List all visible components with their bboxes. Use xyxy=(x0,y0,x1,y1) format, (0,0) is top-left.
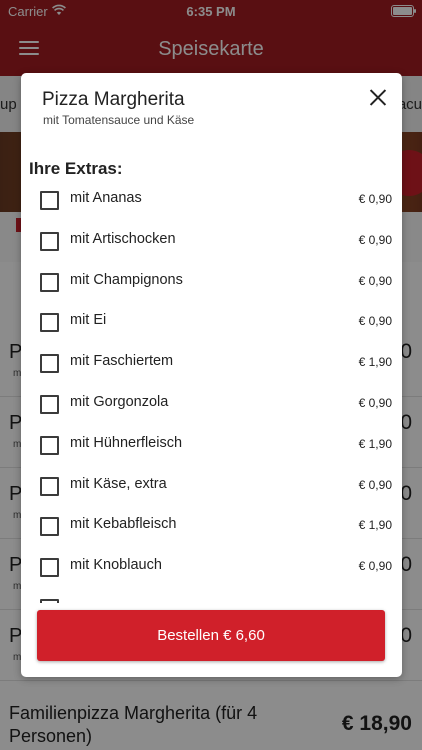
extra-label: mit Hühnerfleisch xyxy=(70,434,183,451)
extra-price: € 0,90 xyxy=(358,273,392,288)
extra-option-champignons[interactable]: mit Champignons € 0,90 xyxy=(21,261,402,302)
extra-option-knoblauch[interactable]: mit Knoblauch € 0,90 xyxy=(21,546,402,587)
extra-option-ei[interactable]: mit Ei € 0,90 xyxy=(21,301,402,342)
checkbox[interactable] xyxy=(40,191,59,210)
extra-label: mit Käse, extra xyxy=(70,475,167,492)
extra-option-artischocken[interactable]: mit Artischocken € 0,90 xyxy=(21,220,402,261)
extra-price: € 0,90 xyxy=(358,232,392,247)
order-button[interactable]: Bestellen € 6,60 xyxy=(37,610,385,661)
extra-label: mit Gorgonzola xyxy=(70,393,169,410)
checkbox[interactable] xyxy=(40,558,59,578)
extra-price: € 0,90 xyxy=(358,192,392,206)
extra-option-huehnerfleisch[interactable]: mit Hühnerfleisch € 1,90 xyxy=(21,424,402,465)
extra-label: mit Artischocken xyxy=(70,230,176,247)
extra-option-gorgonzola[interactable]: mit Gorgonzola € 0,90 xyxy=(21,383,402,424)
dialog-subtitle: mit Tomatensauce und Käse xyxy=(43,113,195,127)
extra-option-faschiertem[interactable]: mit Faschiertem € 1,90 xyxy=(21,342,402,383)
extra-label: mit Knoblauch xyxy=(70,557,162,574)
checkbox[interactable] xyxy=(40,476,59,496)
extra-option-partial[interactable] xyxy=(21,587,402,603)
dialog-title: Pizza Margherita xyxy=(42,89,185,110)
extra-price: € 0,90 xyxy=(358,477,392,492)
extra-option-kaese-extra[interactable]: mit Käse, extra € 0,90 xyxy=(21,465,402,506)
extra-option-ananas[interactable]: mit Ananas € 0,90 xyxy=(21,179,402,220)
close-icon[interactable] xyxy=(368,87,388,107)
extra-label: mit Champignons xyxy=(70,271,183,288)
extra-price: € 0,90 xyxy=(358,559,392,574)
checkbox[interactable] xyxy=(40,435,59,455)
extra-label: mit Ei xyxy=(70,312,107,329)
extra-label: mit Ananas xyxy=(70,190,142,206)
checkbox[interactable] xyxy=(40,598,59,603)
extra-price: € 1,90 xyxy=(358,355,392,370)
extra-price: € 0,90 xyxy=(358,395,392,410)
extra-label: mit Faschiertem xyxy=(70,353,174,370)
extra-price: € 1,90 xyxy=(358,518,392,533)
checkbox[interactable] xyxy=(40,313,59,333)
extra-option-kebabfleisch[interactable]: mit Kebabfleisch € 1,90 xyxy=(21,505,402,546)
extra-price: € 0,90 xyxy=(358,314,392,329)
checkbox[interactable] xyxy=(40,272,59,292)
extra-label: mit Kebabfleisch xyxy=(70,516,177,533)
checkbox[interactable] xyxy=(40,354,59,374)
checkbox[interactable] xyxy=(40,231,59,251)
extras-heading: Ihre Extras: xyxy=(29,159,123,178)
extras-list[interactable]: mit Ananas € 0,90 mit Artischocken € 0,9… xyxy=(21,179,402,603)
checkbox[interactable] xyxy=(40,517,59,537)
extras-dialog: Pizza Margherita mit Tomatensauce und Kä… xyxy=(21,73,402,677)
extra-price: € 1,90 xyxy=(358,436,392,451)
checkbox[interactable] xyxy=(40,394,59,414)
